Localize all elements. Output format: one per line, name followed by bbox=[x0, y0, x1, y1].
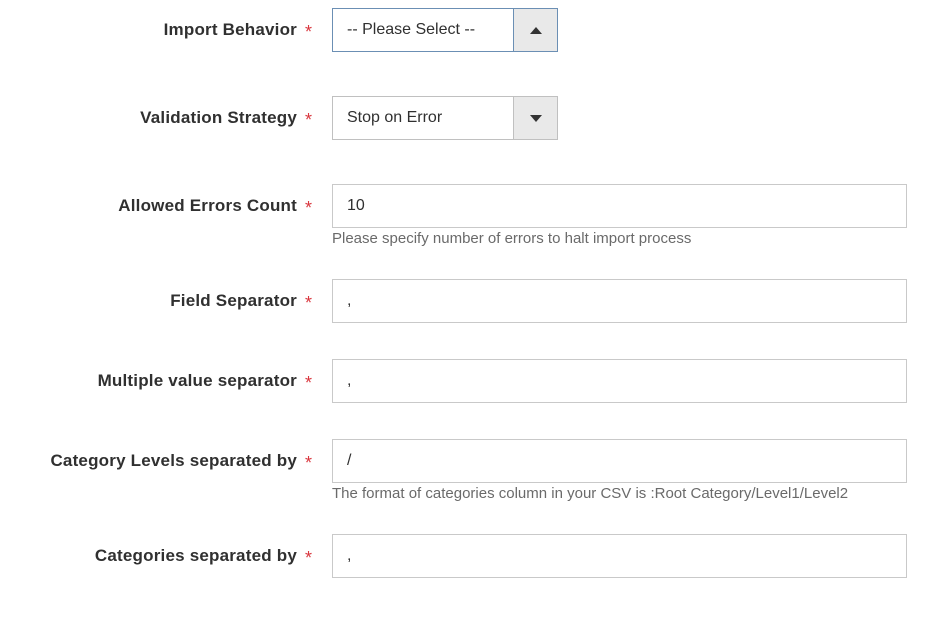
allowed-errors-note: Please specify number of errors to halt … bbox=[318, 228, 691, 249]
chevron-up-icon bbox=[530, 27, 542, 34]
label-col: Multiple value separator * bbox=[18, 359, 318, 403]
label-col: Validation Strategy * bbox=[18, 96, 318, 140]
required-mark: * bbox=[305, 294, 312, 312]
import-behavior-select[interactable]: -- Please Select -- bbox=[332, 8, 558, 52]
spacer bbox=[18, 154, 907, 184]
label-col: Allowed Errors Count * bbox=[18, 184, 318, 228]
spacer bbox=[18, 417, 907, 439]
note-row-allowed-errors: Please specify number of errors to halt … bbox=[18, 228, 907, 249]
category-levels-label: Category Levels separated by bbox=[50, 451, 297, 471]
label-col: Category Levels separated by * bbox=[18, 439, 318, 483]
row-allowed-errors: Allowed Errors Count * bbox=[18, 184, 907, 228]
allowed-errors-input[interactable] bbox=[332, 184, 907, 228]
required-mark: * bbox=[305, 199, 312, 217]
row-multiple-value-separator: Multiple value separator * bbox=[18, 359, 907, 403]
validation-strategy-select[interactable]: Stop on Error bbox=[332, 96, 558, 140]
category-levels-note: The format of categories column in your … bbox=[318, 483, 848, 504]
field-separator-label: Field Separator bbox=[170, 291, 297, 311]
required-mark: * bbox=[305, 454, 312, 472]
chevron-down-icon bbox=[530, 115, 542, 122]
label-col: Field Separator * bbox=[18, 279, 318, 323]
validation-strategy-label: Validation Strategy bbox=[140, 108, 297, 128]
control-col bbox=[318, 534, 907, 578]
field-separator-input[interactable] bbox=[332, 279, 907, 323]
import-behavior-label: Import Behavior bbox=[164, 20, 297, 40]
categories-separated-input[interactable] bbox=[332, 534, 907, 578]
validation-strategy-toggle[interactable] bbox=[513, 97, 557, 139]
spacer bbox=[18, 337, 907, 359]
multiple-value-separator-label: Multiple value separator bbox=[98, 371, 297, 391]
validation-strategy-value: Stop on Error bbox=[333, 97, 513, 139]
label-col: Categories separated by * bbox=[18, 534, 318, 578]
categories-separated-label: Categories separated by bbox=[95, 546, 297, 566]
multiple-value-separator-input[interactable] bbox=[332, 359, 907, 403]
category-levels-input[interactable] bbox=[332, 439, 907, 483]
spacer bbox=[18, 228, 318, 249]
import-behavior-toggle[interactable] bbox=[513, 9, 557, 51]
row-import-behavior: Import Behavior * -- Please Select -- bbox=[18, 8, 907, 52]
row-category-levels: Category Levels separated by * bbox=[18, 439, 907, 483]
control-col: Stop on Error bbox=[318, 96, 907, 140]
control-col bbox=[318, 279, 907, 323]
spacer bbox=[18, 66, 907, 96]
control-col bbox=[318, 439, 907, 483]
control-col bbox=[318, 184, 907, 228]
import-behavior-value: -- Please Select -- bbox=[333, 9, 513, 51]
required-mark: * bbox=[305, 23, 312, 41]
import-settings-form: Import Behavior * -- Please Select -- Va… bbox=[0, 0, 925, 600]
spacer bbox=[18, 483, 318, 504]
label-col: Import Behavior * bbox=[18, 8, 318, 52]
row-categories-separated: Categories separated by * bbox=[18, 534, 907, 578]
required-mark: * bbox=[305, 374, 312, 392]
row-validation-strategy: Validation Strategy * Stop on Error bbox=[18, 96, 907, 140]
control-col bbox=[318, 359, 907, 403]
required-mark: * bbox=[305, 549, 312, 567]
row-field-separator: Field Separator * bbox=[18, 279, 907, 323]
control-col: -- Please Select -- bbox=[318, 8, 907, 52]
required-mark: * bbox=[305, 111, 312, 129]
allowed-errors-label: Allowed Errors Count bbox=[118, 196, 297, 216]
note-row-category-levels: The format of categories column in your … bbox=[18, 483, 907, 504]
